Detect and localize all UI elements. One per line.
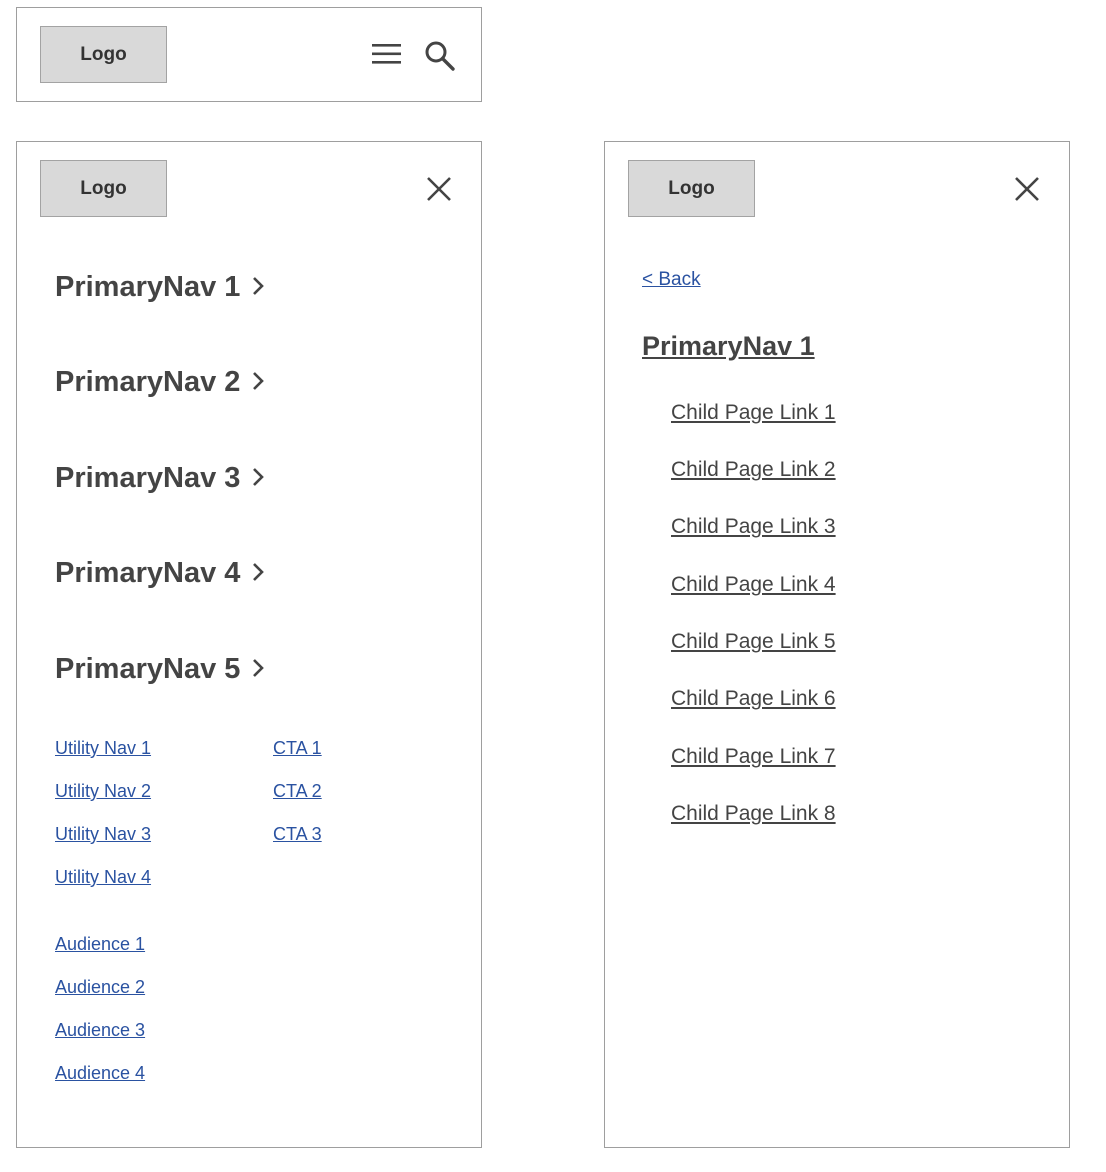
logo[interactable]: Logo — [40, 26, 167, 83]
child-page-link[interactable]: Child Page Link 4 — [671, 573, 836, 597]
primary-nav-label: PrimaryNav 4 — [55, 557, 241, 589]
close-icon[interactable] — [1014, 176, 1040, 202]
chevron-right-icon — [252, 366, 265, 399]
audience-link[interactable]: Audience 3 — [55, 1020, 145, 1041]
chevron-right-icon — [252, 462, 265, 495]
utility-nav-link[interactable]: Utility Nav 1 — [55, 738, 151, 759]
cta-link[interactable]: CTA 2 — [273, 781, 322, 802]
chevron-right-icon — [252, 653, 265, 686]
primary-nav-item[interactable]: PrimaryNav 4 — [55, 557, 265, 590]
primary-nav-label: PrimaryNav 1 — [55, 271, 241, 303]
close-icon[interactable] — [426, 176, 452, 202]
child-page-link[interactable]: Child Page Link 7 — [671, 745, 836, 769]
child-page-link[interactable]: Child Page Link 6 — [671, 687, 836, 711]
utility-nav-link[interactable]: Utility Nav 3 — [55, 824, 151, 845]
mobile-submenu: Logo < Back PrimaryNav 1 Child Page Link… — [604, 141, 1070, 1148]
primary-nav-item[interactable]: PrimaryNav 2 — [55, 366, 265, 399]
primary-nav-item[interactable]: PrimaryNav 3 — [55, 462, 265, 495]
child-page-link[interactable]: Child Page Link 3 — [671, 515, 836, 539]
search-icon[interactable] — [424, 40, 456, 72]
child-page-link[interactable]: Child Page Link 8 — [671, 802, 836, 826]
child-page-link[interactable]: Child Page Link 5 — [671, 630, 836, 654]
logo[interactable]: Logo — [40, 160, 167, 217]
cta-link[interactable]: CTA 3 — [273, 824, 322, 845]
primary-nav-item[interactable]: PrimaryNav 1 — [55, 271, 265, 304]
mobile-header-collapsed: Logo — [16, 7, 482, 102]
back-link[interactable]: < Back — [642, 269, 701, 291]
logo[interactable]: Logo — [628, 160, 755, 217]
mobile-menu-open: Logo PrimaryNav 1 PrimaryNav 2 PrimaryNa… — [16, 141, 482, 1148]
chevron-right-icon — [252, 271, 265, 304]
child-page-link[interactable]: Child Page Link 1 — [671, 401, 836, 425]
submenu-title[interactable]: PrimaryNav 1 — [642, 331, 815, 362]
utility-nav-link[interactable]: Utility Nav 2 — [55, 781, 151, 802]
utility-nav-link[interactable]: Utility Nav 4 — [55, 867, 151, 888]
child-page-link[interactable]: Child Page Link 2 — [671, 458, 836, 482]
chevron-right-icon — [252, 557, 265, 590]
primary-nav-label: PrimaryNav 3 — [55, 462, 241, 494]
audience-link[interactable]: Audience 1 — [55, 934, 145, 955]
hamburger-icon[interactable] — [371, 42, 403, 66]
primary-nav-label: PrimaryNav 5 — [55, 653, 241, 685]
primary-nav-item[interactable]: PrimaryNav 5 — [55, 653, 265, 686]
cta-link[interactable]: CTA 1 — [273, 738, 322, 759]
audience-link[interactable]: Audience 2 — [55, 977, 145, 998]
primary-nav-label: PrimaryNav 2 — [55, 366, 241, 398]
audience-link[interactable]: Audience 4 — [55, 1063, 145, 1084]
